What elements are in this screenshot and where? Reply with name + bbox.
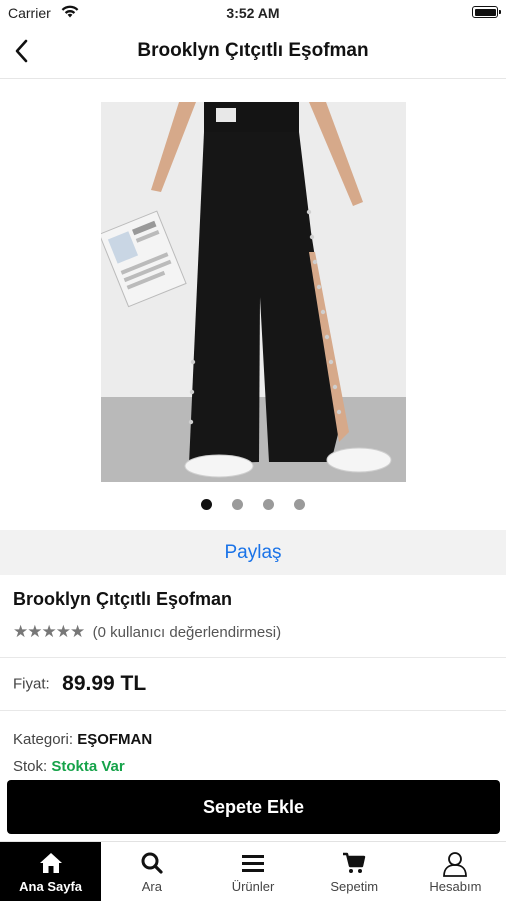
category-label: Kategori: bbox=[13, 731, 74, 748]
price-label: Fiyat: bbox=[13, 675, 50, 693]
tab-label: Sepetim bbox=[330, 879, 379, 894]
clock: 3:52 AM bbox=[226, 5, 280, 21]
tab-label: Ara bbox=[141, 879, 162, 894]
tab-label: Ana Sayfa bbox=[19, 879, 83, 894]
product-image[interactable] bbox=[101, 102, 406, 482]
user-icon bbox=[443, 852, 468, 877]
tab-label: Ürünler bbox=[231, 879, 275, 894]
tab-home[interactable]: Ana Sayfa bbox=[0, 842, 102, 901]
page-dot[interactable] bbox=[232, 499, 243, 510]
stock-status: Stokta Var bbox=[51, 758, 125, 775]
tab-account[interactable]: Hesabım bbox=[405, 842, 506, 901]
tab-products[interactable]: Ürünler bbox=[202, 842, 303, 901]
search-icon bbox=[141, 852, 163, 874]
divider bbox=[0, 710, 506, 711]
rating-count: (0 kullanıcı değerlendirmesi) bbox=[92, 623, 282, 641]
menu-icon bbox=[242, 855, 264, 872]
nav-bar: Brooklyn Çıtçıtlı Eşofman bbox=[0, 26, 506, 79]
page-dot[interactable] bbox=[263, 499, 274, 510]
share-button[interactable]: Paylaş bbox=[0, 530, 506, 575]
price-row: Fiyat: 89.99 TL bbox=[13, 672, 146, 698]
home-icon bbox=[39, 853, 62, 873]
page-title: Brooklyn Çıtçıtlı Eşofman bbox=[137, 40, 369, 61]
category-value[interactable]: EŞOFMAN bbox=[77, 731, 152, 748]
page-dot[interactable] bbox=[201, 499, 212, 510]
add-to-cart-button[interactable]: Sepete Ekle bbox=[7, 780, 500, 834]
stock-label: Stok: bbox=[13, 758, 48, 775]
divider bbox=[0, 657, 506, 658]
price-value: 89.99 TL bbox=[62, 672, 147, 695]
category-row: Kategori: EŞOFMAN bbox=[13, 731, 152, 748]
status-bar: Carrier 3:52 AM bbox=[0, 0, 506, 26]
cart-icon bbox=[343, 852, 366, 873]
page-dot[interactable] bbox=[294, 499, 305, 510]
rating: ★★★★★ (0 kullanıcı değerlendirmesi) bbox=[13, 622, 281, 642]
tab-cart[interactable]: Sepetim bbox=[304, 842, 405, 901]
rating-stars-icon: ★★★★★ bbox=[13, 622, 85, 641]
tab-label: Hesabım bbox=[429, 879, 482, 894]
image-pagination[interactable] bbox=[0, 497, 506, 511]
product-name: Brooklyn Çıtçıtlı Eşofman bbox=[13, 589, 233, 609]
battery-icon bbox=[472, 6, 501, 18]
stock-row: Stok: Stokta Var bbox=[13, 758, 125, 775]
tab-bar: Ana Sayfa Ara Ürünler Sepetim Hesabım bbox=[0, 841, 506, 901]
tab-search[interactable]: Ara bbox=[101, 842, 202, 901]
